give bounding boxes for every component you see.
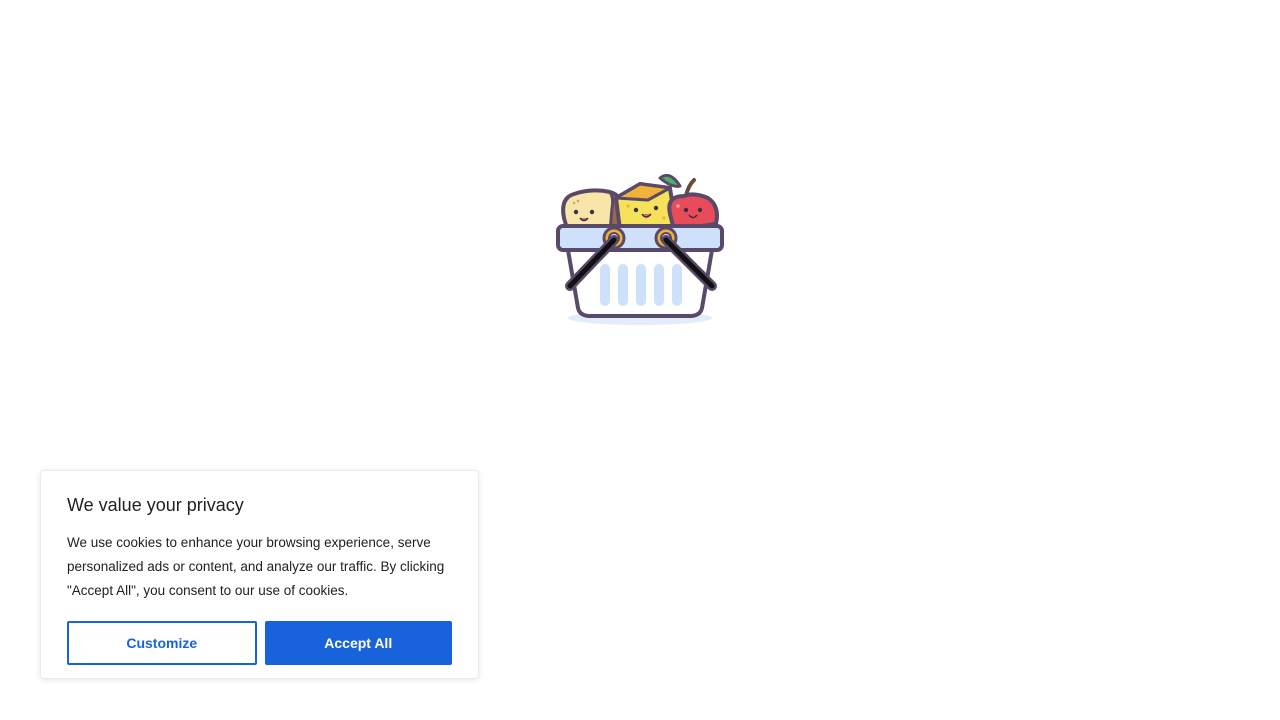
cheese-icon [614,182,678,232]
cookie-consent-banner: We value your privacy We use cookies to … [40,470,479,679]
accept-all-button[interactable]: Accept All [264,621,452,665]
grocery-basket-icon [552,168,728,332]
cookie-banner-actions: Customize Accept All [67,621,452,665]
customize-button[interactable]: Customize [67,621,257,665]
cookie-banner-title: We value your privacy [67,495,244,515]
page: We value your privacy We use cookies to … [0,0,1280,720]
cookie-banner-description: We use cookies to enhance your browsing … [67,535,445,598]
